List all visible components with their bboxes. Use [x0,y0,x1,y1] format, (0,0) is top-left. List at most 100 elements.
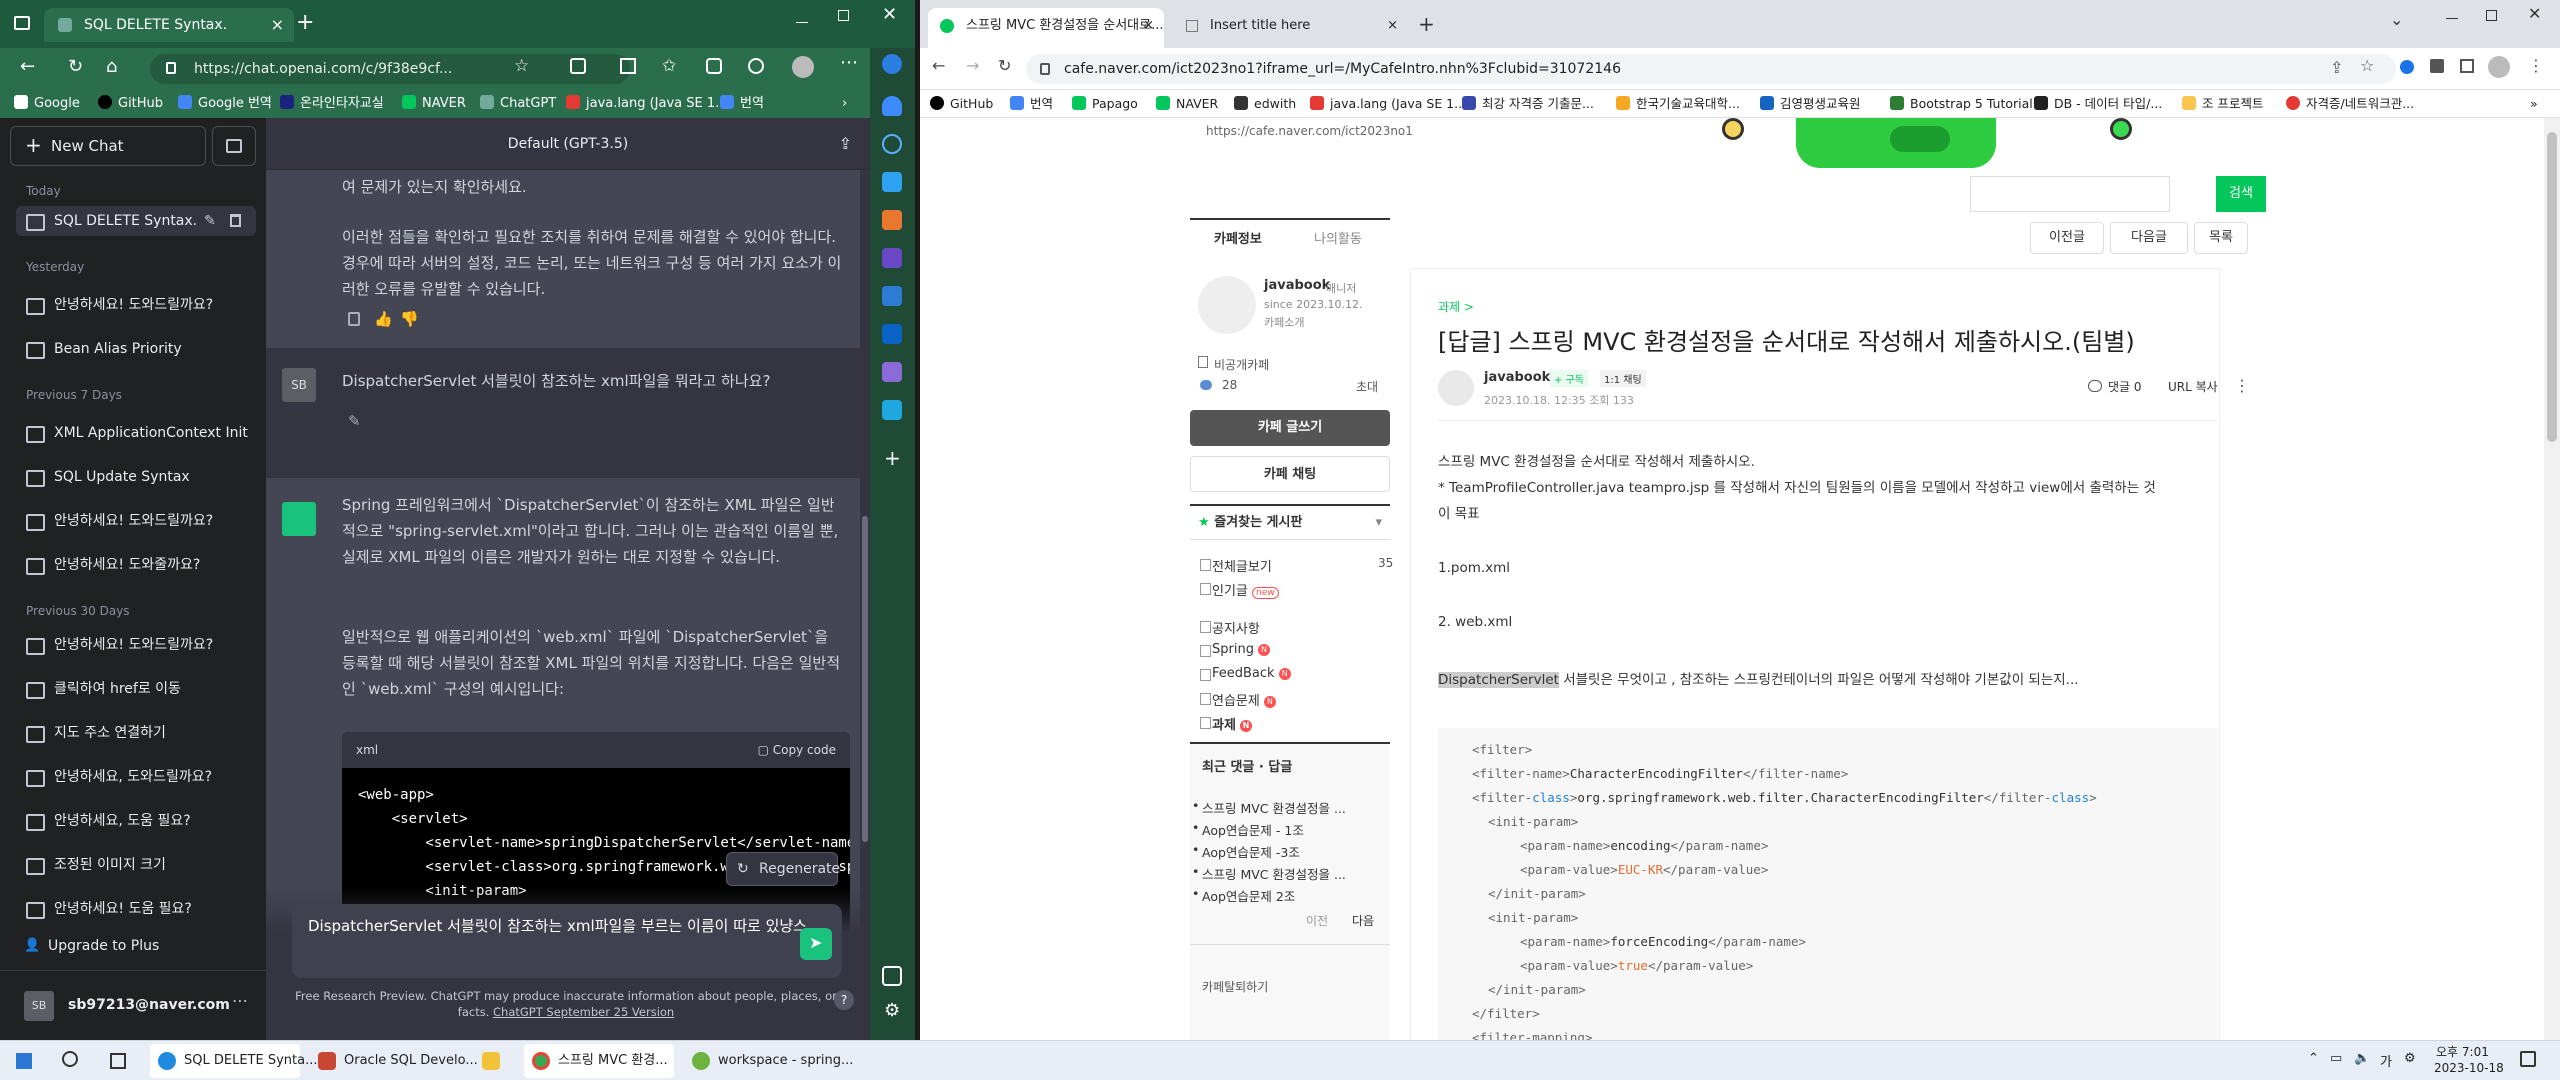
tab-my-activity[interactable]: 나의활동 [1314,228,1362,247]
search-icon[interactable] [62,1051,78,1067]
cafe-search-button[interactable]: 검색 [2216,176,2266,212]
scrollbar-thumb[interactable] [2547,132,2557,442]
thumbs-up-icon[interactable]: 👍 [374,306,393,332]
outlook-icon[interactable] [882,324,902,344]
fav-boards-header[interactable]: ★ 즐겨찾는 게시판 ▾ [1190,504,1390,540]
forward-icon[interactable]: → [966,56,979,75]
taskbar-sql-developer[interactable]: Oracle SQL Develo... [310,1044,478,1078]
banner-url[interactable]: https://cafe.naver.com/ict2023no1 [1206,124,1413,138]
notification-bell-icon[interactable] [882,96,902,116]
write-post-button[interactable]: 카페 글쓰기 [1190,410,1390,446]
edit-message-icon[interactable]: ✎ [348,408,361,434]
cafe-chat-button[interactable]: 카페 채팅 [1190,456,1390,492]
one-to-one-chat-button[interactable]: 1:1 채팅 [1600,370,1646,387]
bookmark-project-folder[interactable]: 조 프로젝트 [2182,90,2263,118]
bookmarks-overflow-icon[interactable]: » [2530,90,2538,118]
bookmark-edwith[interactable]: edwith [1234,90,1296,118]
close-window-icon[interactable]: ✕ [2528,4,2541,23]
upgrade-plus-button[interactable]: 👤 Upgrade to Plus [24,938,159,954]
copy-icon[interactable] [348,312,360,326]
bookmark-db-types[interactable]: DB - 데이터 타입/... [2034,90,2162,118]
minimize-icon[interactable] [796,22,808,23]
recent-comment-item[interactable]: 스프링 MVC 환경설정을 ... [1192,798,1346,817]
bookmark-google-translate[interactable]: Google 번역 [178,90,272,118]
invite-link[interactable]: 초대 [1356,378,1378,395]
new-chat-button[interactable]: + New Chat [10,126,206,166]
board-all-posts[interactable]: 전체글보기 35 [1200,556,1393,575]
sidebar-layout-icon[interactable] [882,966,902,986]
bookmark-github[interactable]: GitHub [930,90,993,118]
sidebar-toggle-button[interactable] [212,126,256,166]
bookmark-naver[interactable]: NAVER [1156,90,1218,118]
author-name[interactable]: javabook [1484,370,1550,385]
favorites-icon[interactable]: ✩ [662,56,676,76]
list-button[interactable]: 목록 [2194,222,2248,254]
bookmark-kimyoung[interactable]: 김영평생교육원 [1760,90,1861,118]
cafe-intro-link[interactable]: 카페소개 [1264,314,1304,330]
profile-avatar[interactable] [792,56,814,78]
bookmark-chatgpt[interactable]: ChatGPT [480,90,556,118]
chat-item[interactable]: SQL Update Syntax [26,462,248,492]
shopping-icon[interactable] [882,172,902,192]
settings-gear-icon[interactable]: ⚙ [884,1000,900,1021]
copy-code-button[interactable]: ▢ Copy code [758,732,836,768]
pager-prev[interactable]: 이전 [1306,912,1328,929]
add-sidebar-icon[interactable]: + [884,446,901,470]
cafe-search-input[interactable] [1970,176,2170,212]
chat-item[interactable]: Bean Alias Priority [26,334,248,364]
send-icon[interactable] [882,400,902,420]
chrome-tab-active[interactable]: 스프링 MVC 환경설정을 순서대로... × [928,8,1164,48]
clock-date[interactable]: 2023-10-18 [2434,1061,2504,1075]
notification-icon[interactable] [2520,1051,2536,1067]
board-notice[interactable]: 공지사항 [1200,618,1260,637]
next-post-button[interactable]: 다음글 [2110,222,2188,254]
new-tab-icon[interactable]: + [296,10,314,35]
chrome-tab[interactable]: Insert title here × [1172,8,1408,48]
chat-item[interactable]: 안녕하세요! 도와드릴까요? [26,506,248,536]
chat-item-active[interactable]: SQL DELETE Syntax. ✎ [16,206,256,236]
comments-count[interactable]: 댓글 0 [2108,378,2142,395]
board-popular[interactable]: 인기글 new [1200,580,1279,599]
board-assignment[interactable]: 과제 N [1200,714,1252,733]
taskbar-file-explorer[interactable] [474,1044,514,1078]
favorites-star-icon[interactable]: ☆ [514,56,529,76]
edge-url-field[interactable]: https://chat.openai.com/c/9f38e9cf... [150,54,630,84]
delete-trash-icon[interactable] [230,214,241,227]
settings-icon[interactable]: ⚙ [2404,1051,2416,1066]
side-panel-icon[interactable] [2460,59,2474,73]
tools-icon[interactable] [882,210,902,230]
more-options-icon[interactable]: ⋯ [232,991,248,1010]
share-icon[interactable]: ⇪ [2330,58,2343,77]
clock-time[interactable]: 오후 7:01 [2436,1043,2489,1060]
show-hidden-icons[interactable]: ⌃ [2308,1051,2319,1066]
bing-chat-icon[interactable] [882,54,902,74]
recent-comment-item[interactable]: Aop연습문제 -3조 [1192,842,1300,861]
author-avatar[interactable] [1438,370,1474,406]
network-icon[interactable]: ▭ [2330,1051,2342,1066]
board-spring[interactable]: Spring N [1200,642,1270,657]
account-menu[interactable]: SB sb97213@naver.com ⋯ [0,970,266,1040]
follow-button[interactable]: + 구독 [1550,370,1588,387]
category-link[interactable]: 과제 > [1438,298,1474,315]
close-tab-icon[interactable]: × [271,8,284,42]
board-feedback[interactable]: FeedBack N [1200,666,1291,681]
games-icon[interactable] [882,248,902,268]
recent-comment-item[interactable]: Aop연습문제 - 1조 [1192,820,1304,839]
bookmark-bootstrap[interactable]: Bootstrap 5 Tutorial [1890,90,2033,118]
bookmark-cert-network[interactable]: 자격증/네트워크관... [2286,90,2414,118]
maximize-icon[interactable] [838,10,849,21]
taskbar-edge[interactable]: SQL DELETE Synta... [150,1044,317,1078]
bookmark-papago[interactable]: Papago [1072,90,1138,118]
chat-item[interactable]: 안녕하세요! 도와드릴까요? [26,630,248,660]
regenerate-button[interactable]: ↻ Regenerate [726,852,840,886]
taskbar-eclipse[interactable]: workspace - spring... [684,1044,853,1078]
recent-comment-item[interactable]: 스프링 MVC 환경설정을 ... [1192,864,1346,883]
chat-item[interactable]: XML ApplicationContext Initi [26,418,248,448]
tab-search-icon[interactable]: ⌄ [2390,10,2403,29]
task-view-icon[interactable] [110,1053,126,1069]
more-menu-icon[interactable]: ⋮ [2528,56,2544,75]
pager-next[interactable]: 다음 [1352,912,1374,929]
chat-item[interactable]: 클릭하여 href로 이동 [26,674,248,704]
microsoft365-icon[interactable] [882,286,902,306]
model-selector[interactable]: Default (GPT-3.5) ⇪ [266,118,870,170]
